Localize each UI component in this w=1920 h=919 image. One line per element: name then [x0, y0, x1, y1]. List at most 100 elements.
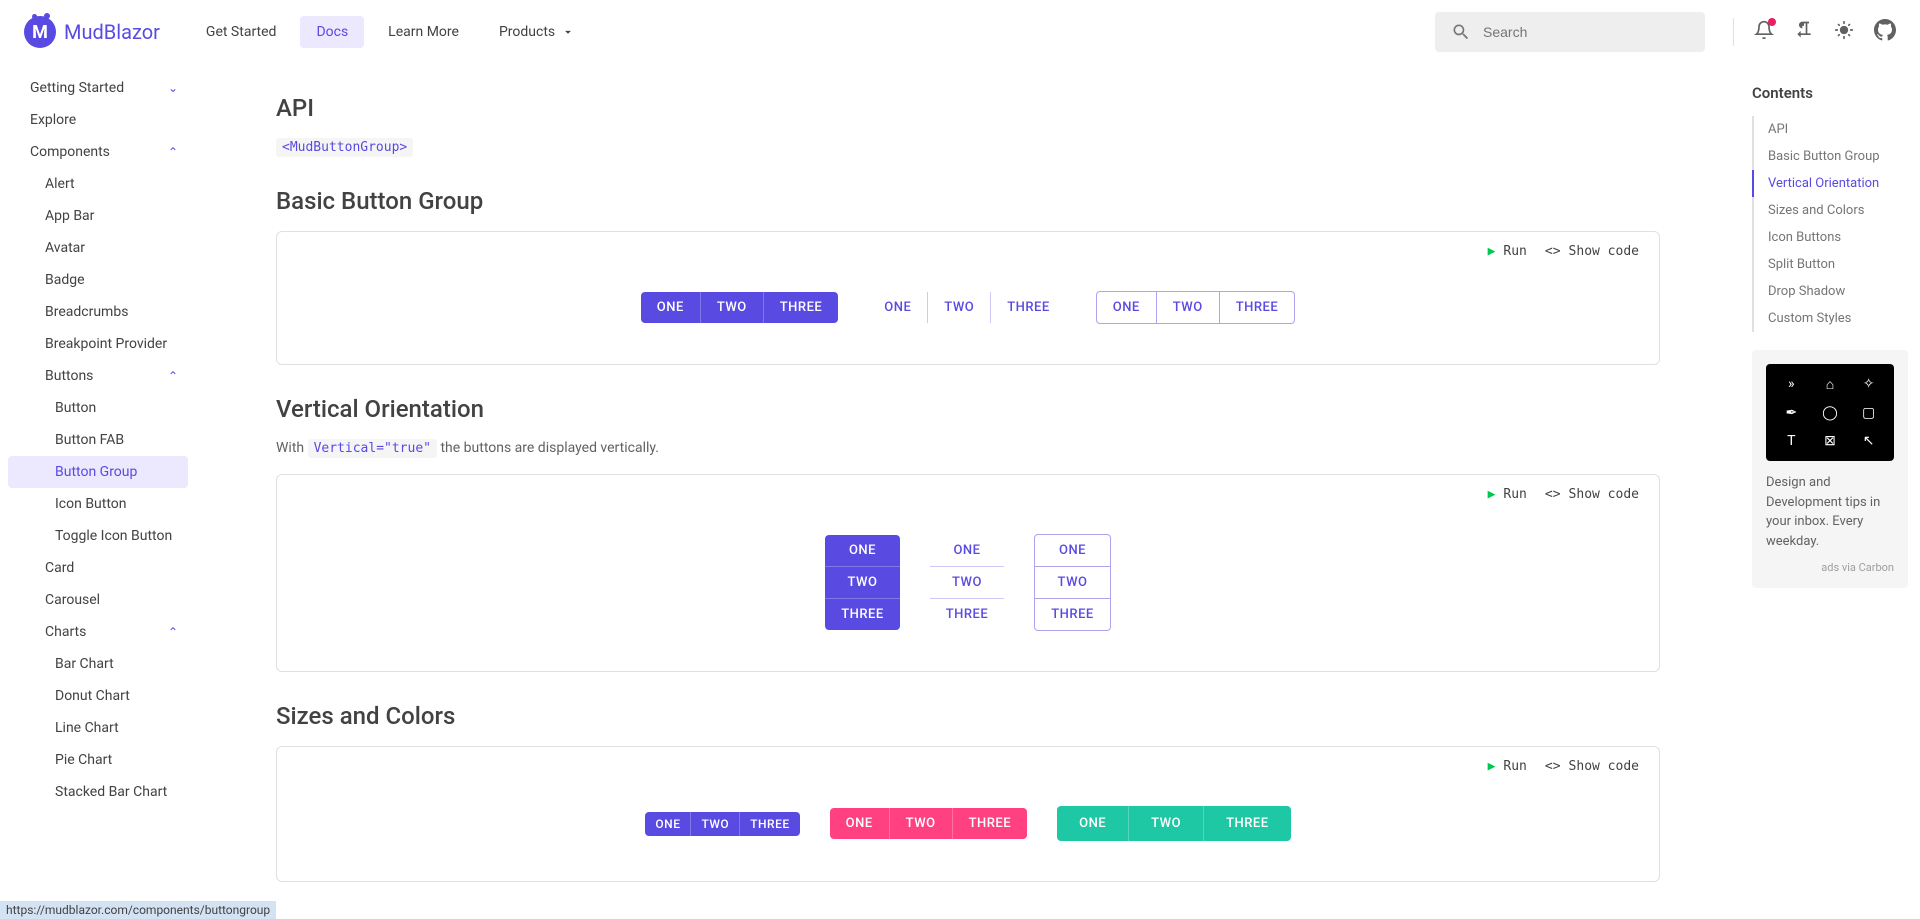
sidebar-item-line-chart[interactable]: Line Chart — [0, 712, 196, 744]
logo-icon: M — [24, 16, 56, 48]
toc-drop-shadow[interactable]: Drop Shadow — [1752, 278, 1908, 305]
ad-box[interactable]: »⌂✧ ✒◯▢ T⊠↖ Design and Development tips … — [1752, 350, 1908, 588]
btn-two[interactable]: TWO — [927, 292, 990, 323]
code-icon: <> — [1545, 759, 1561, 774]
chevron-up-icon: ⌃ — [168, 625, 178, 639]
toc-vertical[interactable]: Vertical Orientation — [1752, 170, 1908, 197]
btn-three[interactable]: THREE — [1035, 598, 1110, 630]
run-button[interactable]: ▶Run — [1488, 487, 1527, 502]
button-group-outlined: ONE TWO THREE — [1096, 291, 1295, 324]
show-code-button[interactable]: <>Show code — [1545, 759, 1639, 774]
nav-learn-more[interactable]: Learn More — [372, 16, 475, 48]
btn-two[interactable]: TWO — [1156, 292, 1219, 323]
btn-one[interactable]: ONE — [641, 292, 700, 323]
btn-three[interactable]: THREE — [930, 598, 1005, 630]
btn-three[interactable]: THREE — [952, 808, 1028, 839]
sidebar-item-alert[interactable]: Alert — [0, 168, 196, 200]
sidebar-item-toggle-icon-button[interactable]: Toggle Icon Button — [0, 520, 196, 552]
toc-sizes[interactable]: Sizes and Colors — [1752, 197, 1908, 224]
nav-docs[interactable]: Docs — [300, 16, 364, 48]
ad-image: »⌂✧ ✒◯▢ T⊠↖ — [1766, 364, 1894, 461]
nav-products[interactable]: Products — [483, 16, 591, 48]
basic-heading: Basic Button Group — [276, 187, 1660, 215]
sidebar-item-button-group[interactable]: Button Group — [8, 456, 188, 488]
btn-one[interactable]: ONE — [645, 812, 690, 836]
button-group-tertiary: ONE TWO THREE — [1057, 806, 1290, 841]
btn-one[interactable]: ONE — [825, 535, 900, 566]
btn-two[interactable]: TWO — [930, 566, 1005, 598]
vertical-heading: Vertical Orientation — [276, 395, 1660, 423]
btn-one[interactable]: ONE — [830, 808, 889, 839]
logo[interactable]: M MudBlazor — [24, 16, 160, 48]
theme-icon[interactable] — [1834, 20, 1854, 44]
sidebar-item-bar-chart[interactable]: Bar Chart — [0, 648, 196, 680]
sidebar-item-card[interactable]: Card — [0, 552, 196, 584]
demo-sizes: ▶Run <>Show code ONE TWO THREE ONE TWO T… — [276, 746, 1660, 882]
btn-one[interactable]: ONE — [930, 535, 1005, 566]
btn-three[interactable]: THREE — [990, 292, 1066, 323]
sidebar-item-carousel[interactable]: Carousel — [0, 584, 196, 616]
toc-split[interactable]: Split Button — [1752, 251, 1908, 278]
btn-two[interactable]: TWO — [825, 566, 900, 598]
search-input[interactable] — [1483, 24, 1689, 40]
show-code-button[interactable]: <>Show code — [1545, 487, 1639, 502]
sidebar-components[interactable]: Components⌃ — [0, 136, 196, 168]
rtl-icon[interactable] — [1794, 20, 1814, 44]
toc-custom[interactable]: Custom Styles — [1752, 305, 1908, 332]
toc-icon-buttons[interactable]: Icon Buttons — [1752, 224, 1908, 251]
run-button[interactable]: ▶Run — [1488, 759, 1527, 774]
btn-three[interactable]: THREE — [763, 292, 839, 323]
btn-two[interactable]: TWO — [690, 812, 739, 836]
sidebar-item-appbar[interactable]: App Bar — [0, 200, 196, 232]
btn-one[interactable]: ONE — [868, 292, 927, 323]
search-box[interactable] — [1435, 12, 1705, 52]
api-heading: API — [276, 94, 1660, 122]
button-group-text-vert: ONE TWO THREE — [930, 535, 1005, 630]
button-group-secondary: ONE TWO THREE — [830, 808, 1027, 839]
sidebar-charts[interactable]: Charts⌃ — [0, 616, 196, 648]
sidebar-item-icon-button[interactable]: Icon Button — [0, 488, 196, 520]
run-button[interactable]: ▶Run — [1488, 244, 1527, 259]
sidebar-item-breakpoint[interactable]: Breakpoint Provider — [0, 328, 196, 360]
btn-three[interactable]: THREE — [825, 598, 900, 630]
notification-badge — [1768, 18, 1776, 26]
sidebar-item-button-fab[interactable]: Button FAB — [0, 424, 196, 456]
toc-api[interactable]: API — [1752, 116, 1908, 143]
ad-via[interactable]: ads via Carbon — [1766, 561, 1894, 574]
chevron-up-icon: ⌃ — [168, 145, 178, 159]
table-of-contents: Contents API Basic Button Group Vertical… — [1740, 64, 1920, 919]
play-icon: ▶ — [1488, 244, 1496, 259]
search-icon — [1451, 22, 1471, 42]
play-icon: ▶ — [1488, 487, 1496, 502]
btn-one[interactable]: ONE — [1035, 535, 1110, 566]
sidebar-getting-started[interactable]: Getting Started⌄ — [0, 72, 196, 104]
btn-two[interactable]: TWO — [889, 808, 952, 839]
btn-two[interactable]: TWO — [1128, 806, 1203, 841]
btn-three[interactable]: THREE — [1203, 806, 1291, 841]
sidebar-explore[interactable]: Explore — [0, 104, 196, 136]
api-code[interactable]: <MudButtonGroup> — [276, 138, 413, 157]
sidebar-item-donut-chart[interactable]: Donut Chart — [0, 680, 196, 712]
sidebar-item-avatar[interactable]: Avatar — [0, 232, 196, 264]
sidebar-item-badge[interactable]: Badge — [0, 264, 196, 296]
sidebar-item-pie-chart[interactable]: Pie Chart — [0, 744, 196, 776]
notifications-icon[interactable] — [1754, 20, 1774, 44]
sidebar-item-breadcrumbs[interactable]: Breadcrumbs — [0, 296, 196, 328]
btn-two[interactable]: TWO — [1035, 566, 1110, 598]
btn-one[interactable]: ONE — [1057, 806, 1128, 841]
btn-three[interactable]: THREE — [739, 812, 799, 836]
button-group-text: ONE TWO THREE — [868, 292, 1065, 323]
button-group-outlined-vert: ONE TWO THREE — [1034, 534, 1111, 631]
github-icon[interactable] — [1874, 19, 1896, 45]
toc-basic[interactable]: Basic Button Group — [1752, 143, 1908, 170]
sidebar-item-stacked-bar-chart[interactable]: Stacked Bar Chart — [0, 776, 196, 808]
button-group-contained-vert: ONE TWO THREE — [825, 535, 900, 630]
sidebar-buttons[interactable]: Buttons⌃ — [0, 360, 196, 392]
toc-title: Contents — [1752, 84, 1908, 102]
btn-one[interactable]: ONE — [1097, 292, 1156, 323]
nav-get-started[interactable]: Get Started — [190, 16, 293, 48]
btn-three[interactable]: THREE — [1219, 292, 1295, 323]
btn-two[interactable]: TWO — [700, 292, 763, 323]
show-code-button[interactable]: <>Show code — [1545, 244, 1639, 259]
sidebar-item-button[interactable]: Button — [0, 392, 196, 424]
